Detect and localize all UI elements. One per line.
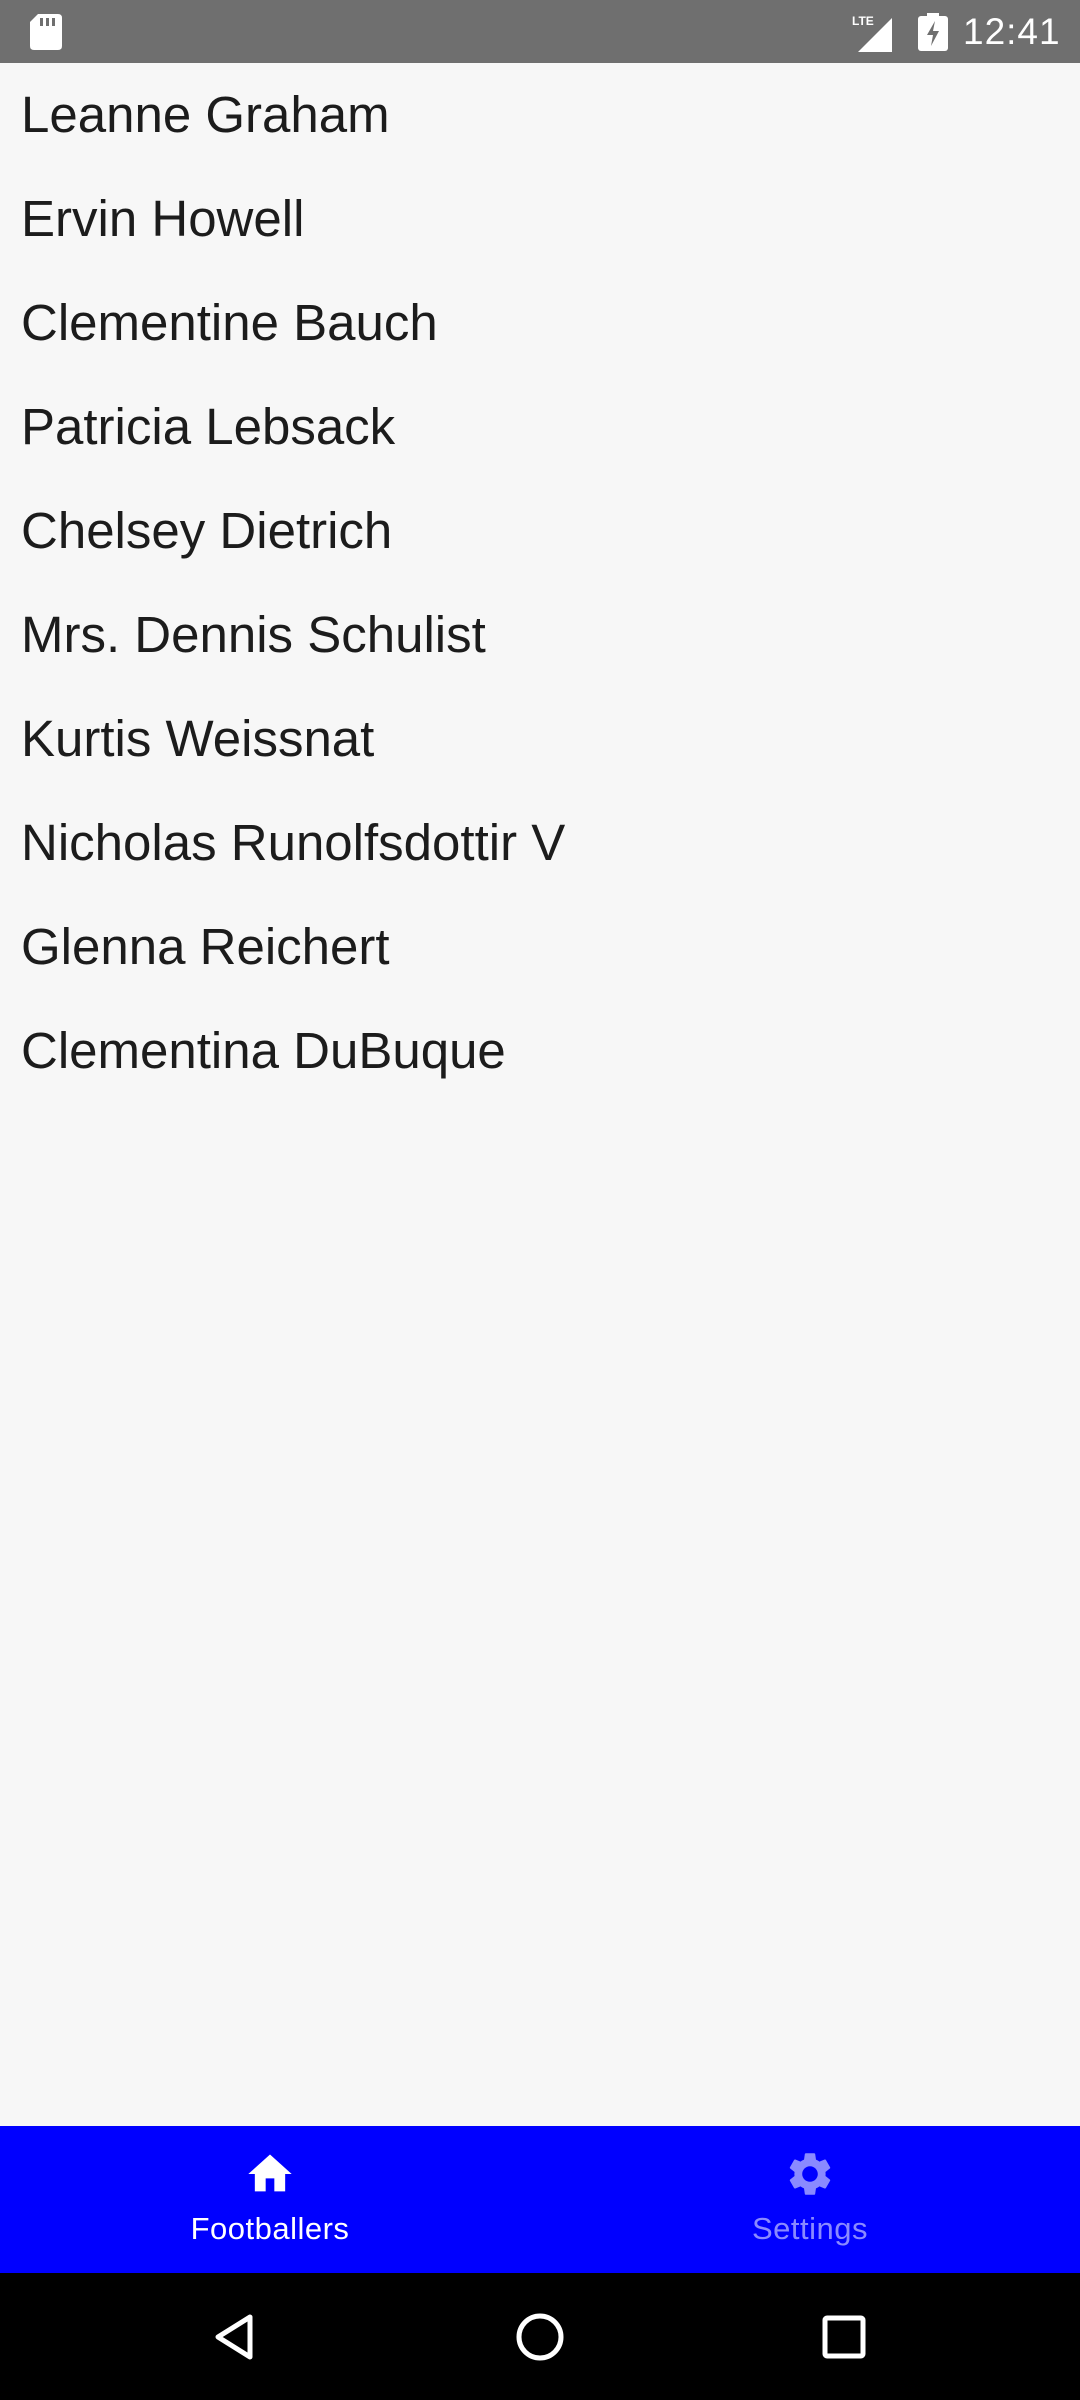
- list-item[interactable]: Chelsey Dietrich: [21, 479, 1061, 583]
- list-item[interactable]: Clementine Bauch: [21, 271, 1061, 375]
- home-circle-icon[interactable]: [514, 2311, 566, 2363]
- home-icon: [248, 2154, 292, 2192]
- app-screen: LTE 12:41 Leanne Graham Ervin Howell Cle…: [0, 0, 1080, 2400]
- list-item[interactable]: Nicholas Runolfsdottir V: [21, 791, 1061, 895]
- system-navigation-bar: [0, 2273, 1080, 2400]
- back-icon[interactable]: [210, 2311, 262, 2363]
- status-bar: LTE 12:41: [0, 0, 1080, 63]
- list-item[interactable]: Clementina DuBuque: [21, 999, 1061, 1103]
- bottom-navigation: Footballers Settings: [0, 2126, 1080, 2273]
- list-item[interactable]: Kurtis Weissnat: [21, 687, 1061, 791]
- gear-icon: [789, 2153, 831, 2195]
- tab-settings[interactable]: Settings: [540, 2126, 1080, 2273]
- list-item[interactable]: Leanne Graham: [21, 63, 1061, 167]
- status-time: 12:41: [963, 11, 1061, 52]
- list-item[interactable]: Ervin Howell: [21, 167, 1061, 271]
- list-item[interactable]: Glenna Reichert: [21, 895, 1061, 999]
- battery-charging-icon: [918, 13, 948, 51]
- lte-label: LTE: [852, 14, 874, 28]
- list-item[interactable]: Mrs. Dennis Schulist: [21, 583, 1061, 687]
- tab-footballers-label: Footballers: [190, 2211, 350, 2246]
- recent-apps-icon[interactable]: [818, 2311, 870, 2363]
- tab-footballers[interactable]: Footballers: [0, 2126, 540, 2273]
- tab-settings-label: Settings: [751, 2211, 868, 2246]
- footballers-list: Leanne Graham Ervin Howell Clementine Ba…: [0, 63, 1080, 2126]
- list-item[interactable]: Patricia Lebsack: [21, 375, 1061, 479]
- lte-signal-icon: LTE: [852, 14, 892, 52]
- sd-card-icon: [30, 14, 62, 50]
